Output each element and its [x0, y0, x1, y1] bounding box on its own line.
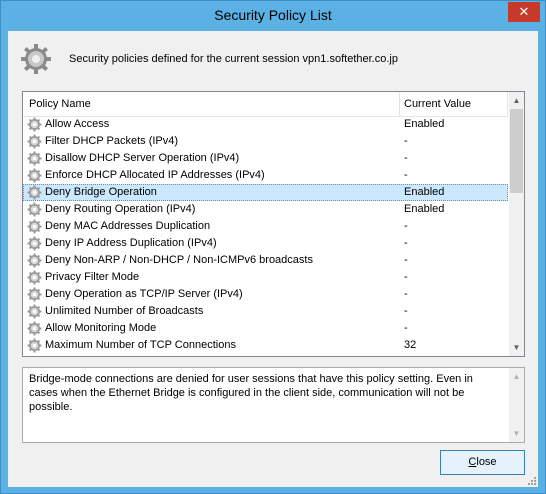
policy-value: -	[404, 169, 408, 181]
scroll-up-arrow-icon[interactable]: ▲	[509, 92, 524, 109]
policy-list[interactable]: Policy Name Current Value Allow Access En…	[22, 91, 525, 357]
column-divider[interactable]	[399, 92, 400, 116]
gear-icon	[27, 219, 42, 234]
policy-value: Enabled	[404, 186, 445, 198]
scroll-thumb[interactable]	[510, 109, 523, 193]
description-scrollbar[interactable]: ▲ ▼	[509, 368, 524, 442]
gear-icon	[27, 134, 42, 149]
policy-name: Maximum Number of TCP Connections	[45, 339, 236, 351]
policy-value: Enabled	[404, 118, 445, 130]
policy-value: Enabled	[404, 203, 445, 215]
window-title: Security Policy List	[214, 7, 332, 23]
policy-name: Unlimited Number of Broadcasts	[45, 305, 204, 317]
policy-value: 32	[404, 339, 417, 351]
table-row[interactable]: Filter DHCP Packets (IPv4) -	[23, 133, 508, 150]
dialog-client-area: Security policies defined for the curren…	[8, 31, 538, 487]
close-button-label: lose	[476, 456, 497, 468]
resize-grip-icon[interactable]	[526, 475, 536, 485]
scroll-down-arrow-icon[interactable]: ▼	[509, 425, 524, 442]
table-row[interactable]: Deny MAC Addresses Duplication -	[23, 218, 508, 235]
policy-name: Deny Bridge Operation	[45, 186, 157, 198]
gear-icon	[27, 168, 42, 183]
policy-name: Disallow DHCP Server Operation (IPv4)	[45, 152, 240, 164]
column-header-policy-name[interactable]: Policy Name	[29, 98, 91, 110]
table-row[interactable]: Allow Access Enabled	[23, 116, 508, 133]
gear-icon	[27, 321, 42, 336]
window-close-button[interactable]: ✕	[508, 2, 540, 22]
policy-rows: Allow Access Enabled Filter DHCP Packets (…	[23, 116, 508, 354]
gear-icon	[27, 117, 42, 132]
policy-name: Deny MAC Addresses Duplication	[45, 220, 211, 232]
column-header-current-value[interactable]: Current Value	[404, 98, 471, 110]
session-description: Security policies defined for the curren…	[69, 53, 398, 65]
policy-value: -	[404, 254, 408, 266]
gear-icon	[27, 270, 42, 285]
policy-name: Allow Monitoring Mode	[45, 322, 157, 334]
table-row[interactable]: Enforce DHCP Allocated IP Addresses (IPv…	[23, 167, 508, 184]
table-row[interactable]: Maximum Number of TCP Connections 32	[23, 337, 508, 354]
policy-name: Deny Routing Operation (IPv4)	[45, 203, 196, 215]
policy-description-text: Bridge-mode connections are denied for u…	[29, 373, 473, 413]
scroll-down-arrow-icon[interactable]: ▼	[509, 339, 524, 356]
gear-icon	[27, 253, 42, 268]
policy-description-box[interactable]: Bridge-mode connections are denied for u…	[22, 367, 525, 443]
policy-value: -	[404, 220, 408, 232]
policy-value: -	[404, 305, 408, 317]
policy-name: Enforce DHCP Allocated IP Addresses (IPv…	[45, 169, 265, 181]
policy-value: -	[404, 152, 408, 164]
title-bar[interactable]: Security Policy List ✕	[1, 1, 545, 31]
column-divider[interactable]	[507, 92, 508, 116]
policy-value: -	[404, 271, 408, 283]
policy-name: Filter DHCP Packets (IPv4)	[45, 135, 179, 147]
table-row[interactable]: Deny Non-ARP / Non-DHCP / Non-ICMPv6 bro…	[23, 252, 508, 269]
table-row[interactable]: Privacy Filter Mode -	[23, 269, 508, 286]
policy-value: -	[404, 322, 408, 334]
gear-icon	[27, 236, 42, 251]
close-button[interactable]: Close	[440, 450, 525, 475]
gear-icon	[27, 338, 42, 353]
security-policy-window: Security Policy List ✕ Security policies…	[0, 0, 546, 494]
list-scrollbar[interactable]: ▲ ▼	[509, 92, 524, 356]
policy-name: Deny IP Address Duplication (IPv4)	[45, 237, 217, 249]
gear-icon	[27, 202, 42, 217]
policy-name: Deny Non-ARP / Non-DHCP / Non-ICMPv6 bro…	[45, 254, 313, 266]
list-header: Policy Name Current Value	[23, 92, 508, 117]
table-row[interactable]: Deny IP Address Duplication (IPv4) -	[23, 235, 508, 252]
gear-icon	[27, 151, 42, 166]
policy-name: Privacy Filter Mode	[45, 271, 140, 283]
table-row[interactable]: Unlimited Number of Broadcasts -	[23, 303, 508, 320]
policy-value: -	[404, 288, 408, 300]
policy-name: Deny Operation as TCP/IP Server (IPv4)	[45, 288, 243, 300]
policy-value: -	[404, 237, 408, 249]
table-row[interactable]: Deny Operation as TCP/IP Server (IPv4) -	[23, 286, 508, 303]
policy-name: Allow Access	[45, 118, 110, 130]
gear-icon	[27, 287, 42, 302]
scroll-up-arrow-icon[interactable]: ▲	[509, 368, 524, 385]
gear-icon	[27, 304, 42, 319]
table-row[interactable]: Deny Routing Operation (IPv4) Enabled	[23, 201, 508, 218]
gear-icon	[21, 44, 51, 74]
table-row[interactable]: Allow Monitoring Mode -	[23, 320, 508, 337]
policy-value: -	[404, 135, 408, 147]
gear-icon	[27, 185, 42, 200]
table-row[interactable]: Disallow DHCP Server Operation (IPv4) -	[23, 150, 508, 167]
table-row[interactable]: Deny Bridge Operation Enabled	[23, 184, 508, 201]
